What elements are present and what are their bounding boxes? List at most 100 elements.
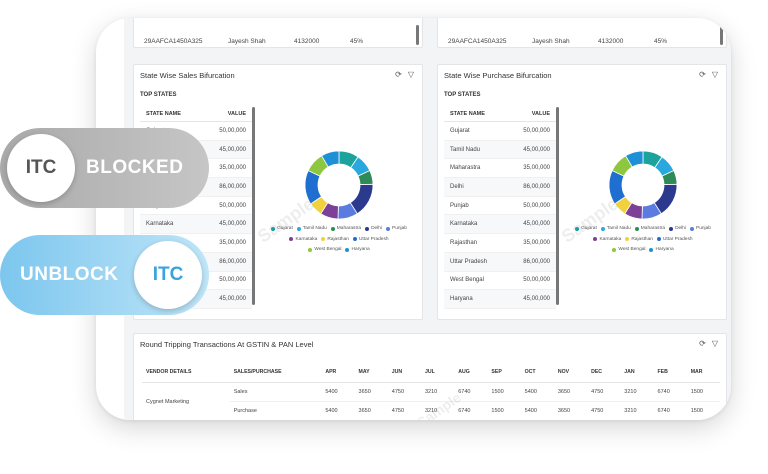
legend-item[interactable]: Haryana (649, 245, 674, 254)
value-cell: 86,00,000 (523, 258, 550, 265)
gstin-cell: 29AAFCA1450A325 (144, 38, 203, 45)
refresh-icon[interactable]: ⟳ (699, 70, 706, 79)
legend-item[interactable]: Rajasthan (625, 235, 653, 244)
legend-item[interactable]: Maharastra (330, 224, 361, 233)
itc-blocked-toggle[interactable]: ITC BLOCKED (0, 128, 209, 208)
table-row: Uttar Pradesh 86,00,000 (444, 252, 556, 272)
column-header: JUL (420, 362, 455, 383)
scrollbar[interactable] (720, 25, 723, 45)
legend-swatch (575, 226, 580, 231)
legend-item[interactable]: Maharastra (634, 224, 665, 233)
legend-item[interactable]: West Bengal (308, 245, 341, 254)
column-header: MAR (686, 362, 720, 383)
legend-label: Tamil Nadu (302, 226, 327, 231)
legend-swatch (330, 226, 335, 231)
table-scrollbar[interactable] (252, 107, 255, 305)
legend-label: Gujarat (277, 226, 293, 231)
value-cell: 45,00,000 (219, 146, 246, 153)
legend-label: Punjab (392, 226, 407, 231)
legend-label: West Bengal (314, 247, 342, 252)
column-header: JAN (620, 362, 654, 383)
column-header: AUG (454, 362, 488, 383)
refresh-icon[interactable]: ⟳ (395, 70, 402, 79)
toggle-knob[interactable]: ITC (134, 241, 202, 309)
legend-swatch (612, 247, 617, 252)
column-header: SEP (487, 362, 521, 383)
purchase-donut-chart (608, 150, 678, 220)
state-name-cell: Gujarat (450, 127, 470, 134)
legend-swatch (271, 226, 276, 231)
table-row: Karnataka 45,00,000 (140, 215, 252, 235)
value-cell: 35,00,000 (219, 239, 246, 246)
filter-icon[interactable]: ▽ (712, 70, 718, 79)
month-value-cell: 4750 (387, 382, 421, 402)
legend-item[interactable]: Rajasthan (321, 235, 349, 244)
legend-label: Rajasthan (327, 236, 349, 242)
state-name-cell: Punjab (450, 202, 469, 209)
legend-item[interactable]: Gujarat (271, 224, 293, 233)
legend-item[interactable]: Karnataka (289, 235, 317, 244)
legend-item[interactable]: Gujarat (575, 224, 597, 233)
column-header: DEC (587, 362, 621, 383)
legend-item[interactable]: Punjab (690, 224, 711, 233)
top-right-card: 29AAFCA1450A325 Jayesh Shah 4132000 45% (437, 18, 727, 48)
filter-icon[interactable]: ▽ (712, 339, 718, 348)
state-name-header: STATE NAME (146, 111, 181, 117)
legend-item[interactable]: West Bengal (612, 245, 645, 254)
filter-icon[interactable]: ▽ (408, 70, 414, 79)
month-value-cell: 4750 (587, 382, 621, 402)
card-title: Round Tripping Transactions At GSTIN & P… (140, 340, 314, 349)
amount-cell: 4132000 (598, 38, 624, 45)
state-name-cell: Uttar Pradesh (450, 258, 488, 265)
itc-unblock-toggle[interactable]: UNBLOCK ITC (0, 235, 209, 315)
column-header: FEB (653, 362, 687, 383)
stage: 29AAFCA1450A325 Jayesh Shah 4132000 45% … (0, 0, 768, 474)
value-cell: 45,00,000 (523, 221, 550, 228)
month-value-cell: 3210 (420, 382, 455, 402)
value-cell: 35,00,000 (219, 165, 246, 172)
month-value-cell: 5400 (321, 401, 355, 420)
value-cell: 50,00,000 (219, 127, 246, 134)
legend-item[interactable]: Karnataka (593, 235, 621, 244)
legend-swatch (386, 226, 390, 231)
legend-item[interactable]: Delhi (365, 224, 382, 233)
card-title: State Wise Purchase Bifurcation (444, 71, 552, 80)
month-value-cell: 3650 (354, 401, 388, 420)
device-frame: 29AAFCA1450A325 Jayesh Shah 4132000 45% … (96, 18, 731, 420)
month-value-cell: 6740 (653, 401, 687, 420)
value-cell: 35,00,000 (523, 165, 550, 172)
legend-item[interactable]: Tamil Nadu (600, 224, 631, 233)
month-value-cell: 3650 (553, 401, 588, 420)
state-name-header: STATE NAME (450, 111, 485, 117)
value-cell: 50,00,000 (523, 202, 550, 209)
table-row: Maharastra 35,00,000 (444, 159, 556, 179)
legend-item[interactable]: Haryana (345, 245, 370, 254)
legend-item[interactable]: Punjab (386, 224, 407, 233)
unblock-label: UNBLOCK (20, 264, 119, 285)
value-cell: 45,00,000 (219, 296, 246, 303)
legend-item[interactable]: Uttar Pradesh (656, 235, 693, 244)
state-name-cell: Delhi (450, 183, 464, 190)
month-value-cell: 4750 (587, 401, 621, 420)
state-name-cell: Haryana (450, 296, 473, 303)
toggle-knob[interactable]: ITC (7, 134, 75, 202)
column-header: SALES/PURCHASE (229, 362, 322, 383)
legend-item[interactable]: Uttar Pradesh (352, 235, 389, 244)
refresh-icon[interactable]: ⟳ (699, 339, 706, 348)
scrollbar[interactable] (416, 25, 419, 45)
value-cell: 50,00,000 (219, 277, 246, 284)
legend-item[interactable]: Tamil Nadu (296, 224, 327, 233)
legend-item[interactable]: Delhi (669, 224, 686, 233)
column-header: MAY (354, 362, 388, 383)
value-cell: 50,00,000 (523, 127, 550, 134)
legend-swatch (669, 226, 674, 231)
table-scrollbar[interactable] (556, 107, 559, 305)
type-cell: Purchase (229, 401, 322, 420)
month-value-cell: 3650 (553, 382, 588, 402)
round-tripping-card: Round Tripping Transactions At GSTIN & P… (133, 333, 727, 420)
month-value-cell: 5400 (321, 382, 355, 402)
month-value-cell: 6740 (454, 401, 488, 420)
month-value-cell: 3650 (354, 382, 388, 402)
table-row: Haryana 45,00,000 (444, 290, 556, 309)
chart-legend: Gujarat Tamil Nadu Maharastra Delhi Punjab Ka… (573, 224, 713, 256)
